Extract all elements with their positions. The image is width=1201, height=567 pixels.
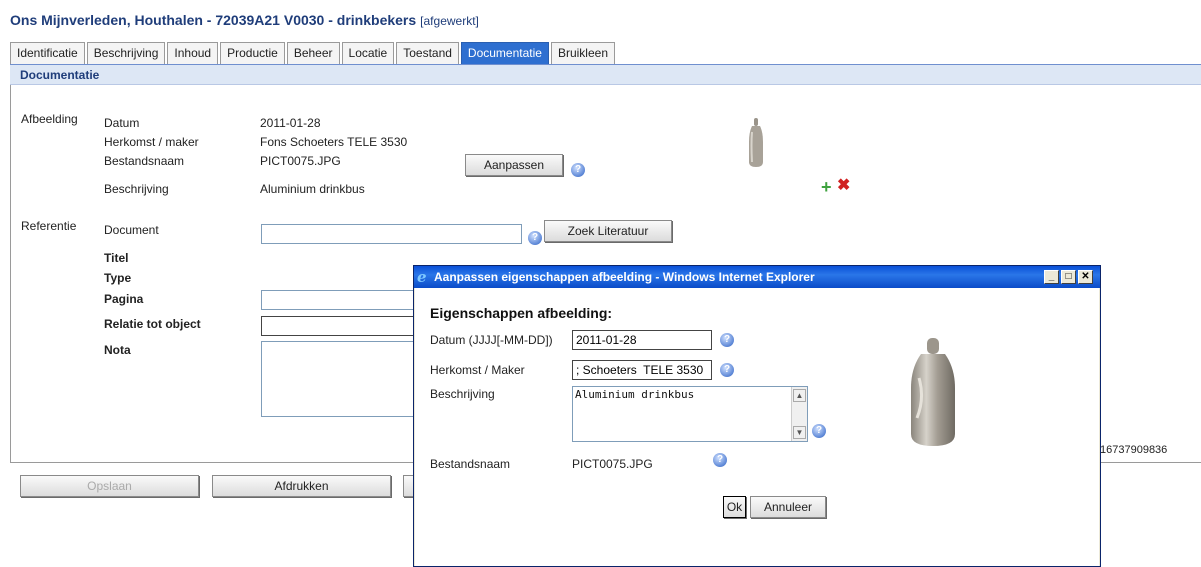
page-title-text: Ons Mijnverleden, Houthalen - 72039A21 V… <box>10 12 417 28</box>
afdrukken-button[interactable]: Afdrukken <box>212 475 391 497</box>
dialog-beschrijving-help-icon[interactable]: ? <box>812 424 826 438</box>
tab-bar: Identificatie Beschrijving Inhoud Produc… <box>10 42 617 64</box>
tab-beschrijving[interactable]: Beschrijving <box>86 42 166 64</box>
dialog-bestandsnaam-value: PICT0075.JPG <box>572 457 653 471</box>
dialog-body: Eigenschappen afbeelding: Datum (JJJJ[-M… <box>415 288 1099 566</box>
bestandsnaam-label: Bestandsnaam <box>104 154 185 168</box>
close-button[interactable]: ✕ <box>1078 270 1093 284</box>
herkomst-value: Fons Schoeters TELE 3530 <box>260 135 408 149</box>
dialog-bestandsnaam-label: Bestandsnaam <box>430 457 511 471</box>
nota-label: Nota <box>104 343 131 357</box>
tab-inhoud[interactable]: Inhoud <box>167 42 219 64</box>
dialog-datum-input[interactable] <box>572 330 712 350</box>
datum-label: Datum <box>104 116 140 130</box>
dialog-herkomst-label: Herkomst / Maker <box>430 363 525 377</box>
scroll-down-icon[interactable]: ▼ <box>793 426 806 439</box>
reference-number: 16737909836 <box>1100 444 1168 456</box>
document-input[interactable] <box>261 224 522 244</box>
beschrijving-value: Aluminium drinkbus <box>260 182 365 196</box>
relatie-select[interactable] <box>261 316 421 336</box>
tab-productie[interactable]: Productie <box>220 42 285 64</box>
image-properties-dialog: Aanpassen eigenschappen afbeelding - Win… <box>413 265 1101 567</box>
section-header: Documentatie <box>10 64 1201 85</box>
titel-label: Titel <box>104 251 129 265</box>
zoek-literatuur-button[interactable]: Zoek Literatuur <box>544 220 672 242</box>
tab-documentatie[interactable]: Documentatie <box>460 42 549 64</box>
aanpassen-help-icon[interactable]: ? <box>571 163 585 177</box>
tab-locatie[interactable]: Locatie <box>341 42 395 64</box>
document-help-icon[interactable]: ? <box>528 231 542 245</box>
dialog-beschrijving-text: Aluminium drinkbus <box>575 388 695 401</box>
opslaan-button[interactable]: Opslaan <box>20 475 199 497</box>
dialog-beschrijving-label: Beschrijving <box>430 387 495 401</box>
image-thumbnail[interactable] <box>746 118 766 168</box>
add-icon[interactable]: + <box>821 178 832 196</box>
page-title: Ons Mijnverleden, Houthalen - 72039A21 V… <box>10 12 479 28</box>
datum-value: 2011-01-28 <box>260 116 321 130</box>
type-label: Type <box>104 271 132 285</box>
delete-icon[interactable]: ✖ <box>837 178 850 194</box>
dialog-beschrijving-textarea[interactable]: Aluminium drinkbus ▲ ▼ <box>572 386 808 442</box>
dialog-title: Aanpassen eigenschappen afbeelding - Win… <box>434 270 815 284</box>
dialog-datum-label: Datum (JJJJ[-MM-DD]) <box>430 333 553 347</box>
tab-identificatie[interactable]: Identificatie <box>10 42 85 64</box>
dialog-titlebar[interactable]: Aanpassen eigenschappen afbeelding - Win… <box>414 266 1100 288</box>
beschrijving-label: Beschrijving <box>104 182 169 196</box>
relatie-label: Relatie tot object <box>104 317 201 331</box>
dialog-herkomst-input[interactable] <box>572 360 712 380</box>
status-label: [afgewerkt] <box>420 14 479 28</box>
minimize-button[interactable]: _ <box>1044 270 1059 284</box>
dialog-herkomst-help-icon[interactable]: ? <box>720 363 734 377</box>
scroll-up-icon[interactable]: ▲ <box>793 389 806 402</box>
tab-beheer[interactable]: Beheer <box>286 42 340 64</box>
afbeelding-section-label: Afbeelding <box>21 112 78 126</box>
pagina-input[interactable] <box>261 290 421 310</box>
tab-bruikleen[interactable]: Bruikleen <box>550 42 615 64</box>
pagina-label: Pagina <box>104 292 144 306</box>
herkomst-label: Herkomst / maker <box>104 135 199 149</box>
ok-button[interactable]: Ok <box>723 496 746 518</box>
document-label: Document <box>104 223 159 237</box>
dialog-image-preview <box>911 338 955 446</box>
bestandsnaam-value: PICT0075.JPG <box>260 154 341 168</box>
maximize-button[interactable]: □ <box>1061 270 1076 284</box>
aanpassen-button[interactable]: Aanpassen <box>465 154 563 176</box>
annuleer-button[interactable]: Annuleer <box>750 496 826 518</box>
dialog-bestandsnaam-help-icon[interactable]: ? <box>713 453 727 467</box>
dialog-heading: Eigenschappen afbeelding: <box>430 305 613 321</box>
referentie-section-label: Referentie <box>21 219 77 233</box>
dialog-datum-help-icon[interactable]: ? <box>720 333 734 347</box>
tab-toestand[interactable]: Toestand <box>396 42 459 64</box>
textarea-scrollbar[interactable]: ▲ ▼ <box>791 387 807 441</box>
internet-explorer-icon: e <box>417 268 427 286</box>
